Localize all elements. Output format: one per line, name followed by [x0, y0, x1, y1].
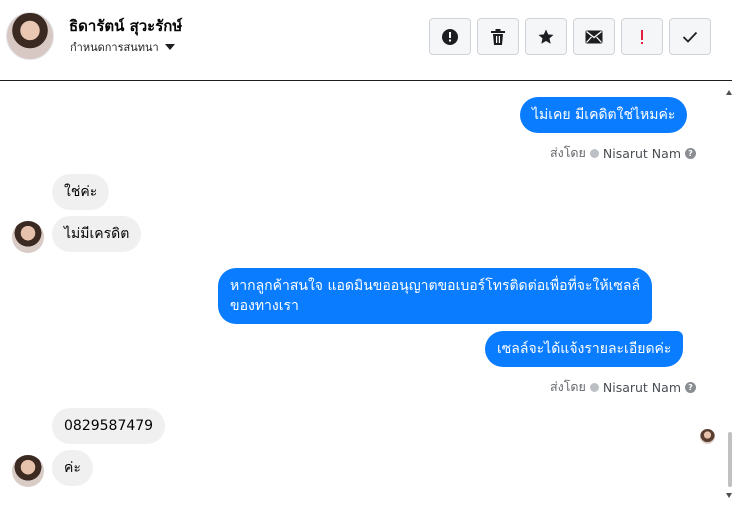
conversation-settings-dropdown[interactable]: กำหนดการสนทนา [70, 38, 175, 56]
conversation-header: ธิดารัตน์ สุวะรักษ์ กำหนดการสนทนา [0, 0, 732, 81]
contact-name[interactable]: ธิดารัตน์ สุวะรักษ์ [69, 14, 182, 38]
help-icon[interactable]: ? [685, 147, 696, 159]
outgoing-message[interactable]: ไม่เคย มีเคดิตใช่ไหมค่ะ [520, 97, 688, 133]
contact-avatar-small [12, 455, 44, 487]
scrollbar-thumb[interactable] [728, 432, 732, 487]
mark-done-button[interactable] [669, 18, 711, 55]
mark-unread-button[interactable] [573, 18, 615, 55]
seen-indicator-avatar [700, 429, 715, 444]
incoming-message[interactable]: ค่ะ [52, 450, 93, 486]
incoming-message[interactable]: 0829587479 [52, 408, 166, 444]
incoming-message[interactable]: ไม่มีเครดิต [52, 216, 142, 252]
message-line: หากลูกค้าสนใจ แอดมินขออนุญาตขอเบอร์โทรติ… [230, 278, 641, 294]
sent-by-agent: Nisarut Nam [602, 145, 681, 161]
incoming-message[interactable]: ใช่ค่ะ [52, 174, 110, 210]
mark-important-button[interactable] [621, 18, 663, 55]
scroll-down-icon[interactable] [726, 493, 732, 498]
message-thread[interactable]: ไม่เคย มีเคดิตใช่ไหมค่ะ ส่งโดย Nisarut N… [0, 82, 732, 517]
help-icon[interactable]: ? [685, 381, 696, 393]
message-line: ของทางเรา [230, 298, 299, 314]
sent-by-prefix: ส่งโดย [549, 145, 586, 160]
agent-status-icon [589, 148, 599, 158]
envelope-icon [585, 30, 603, 43]
scrollbar[interactable] [726, 82, 732, 517]
message-toolbar [429, 18, 711, 55]
trash-icon [491, 28, 505, 45]
delete-button[interactable] [477, 18, 519, 55]
sent-by-agent: Nisarut Nam [602, 379, 681, 395]
agent-status-icon [589, 382, 599, 392]
exclamation-icon [641, 29, 643, 44]
sent-by-prefix: ส่งโดย [549, 379, 586, 394]
sent-by-line: ส่งโดย Nisarut Nam ? [550, 377, 696, 397]
outgoing-message[interactable]: เซลล์จะได้แจ้งรายละเอียดค่ะ [485, 331, 684, 367]
conversation-settings-label: กำหนดการสนทนา [70, 41, 159, 54]
caret-down-icon [164, 44, 175, 50]
sent-by-line: ส่งโดย Nisarut Nam ? [550, 143, 696, 163]
star-icon [538, 29, 554, 44]
scroll-up-icon[interactable] [726, 90, 732, 95]
star-button[interactable] [525, 18, 567, 55]
mark-spam-button[interactable] [429, 18, 471, 55]
alert-circle-icon [442, 28, 458, 45]
checkmark-icon [682, 31, 698, 43]
outgoing-message[interactable]: หากลูกค้าสนใจ แอดมินขออนุญาตขอเบอร์โทรติ… [218, 268, 653, 324]
contact-avatar-small [12, 221, 44, 253]
contact-avatar[interactable] [6, 12, 54, 60]
